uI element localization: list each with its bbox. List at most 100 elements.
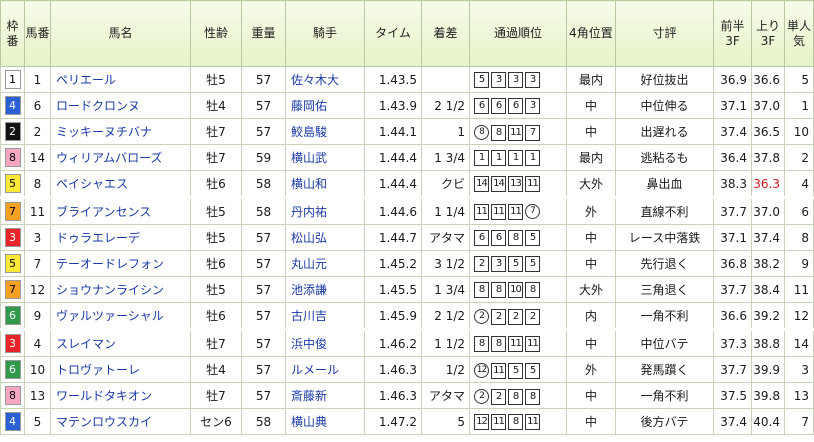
waku-badge: 6 [4,306,21,325]
jockey-name[interactable]: 池添謙 [285,276,365,303]
jockey-name[interactable]: 浜中俊 [285,328,365,357]
passing-position: 12 [474,362,489,378]
last-3f: 37.4 [751,224,785,251]
header-weight: 重量 [241,0,286,67]
finish-time: 1.45.5 [364,276,422,303]
header-sexage: 性齢 [190,0,242,67]
jockey-name[interactable]: 丸山元 [285,250,365,277]
first-3f: 37.4 [713,408,752,435]
comment: 先行退く [615,250,714,277]
margin: 1 1/4 [421,196,470,225]
table-row: 3 3 ドゥラエレーデ 牡5 57 松山弘 1.44.7 アタマ 6 6 8 5 中レース中落鉄 37.1… [0,224,814,251]
sex-age: 牡5 [190,66,242,93]
corner-position: 大外 [566,170,616,198]
passing-order: 1111 [469,144,567,171]
jockey-name[interactable]: 鮫島駿 [285,118,365,145]
first-3f: 37.1 [713,224,752,251]
table-row: 6 9 ヴァルツァーシャル 牡6 57 古川吉 1.45.9 2 1/2 2 2 2 2 内一角不利 36… [0,302,814,330]
corner-position: 中 [566,224,616,251]
jockey-name[interactable]: 横山武 [285,144,365,171]
sex-age: 牡6 [190,170,242,198]
last-3f: 40.4 [751,408,785,435]
corner-position: 中 [566,408,616,435]
jockey-name[interactable]: 松山弘 [285,224,365,251]
passing-position: 8 [508,388,523,405]
horse-number: 12 [24,276,51,303]
jockey-name[interactable]: 横山典 [285,408,365,435]
comment: 一角不利 [615,302,714,330]
result-rows: 1 1 ペリエール 牡5 57 佐々木大 1.43.5 5 3 3 3 最内 好位抜出 36.9 36.6 5… [0,66,814,435]
horse-number: 7 [24,250,51,277]
horse-name[interactable]: ワールドタキオン [50,382,191,409]
last-3f: 36.5 [751,118,785,145]
horse-name[interactable]: ペリエール [50,66,191,93]
last-3f: 38.4 [751,276,785,303]
table-row: 1 1 ペリエール 牡5 57 佐々木大 1.43.5 5 3 3 3 最内 好位抜出 36.9 36.6 5 [0,66,814,93]
passing-position: 11 [525,414,540,430]
horse-name[interactable]: ブライアンセンス [50,196,191,225]
comment: 好位抜出 [615,66,714,93]
finish-time: 1.43.9 [364,92,422,119]
sex-age: 牡7 [190,118,242,145]
passing-position: 3 [508,72,523,88]
waku-cell: 1 [0,66,25,93]
passing-order: 6663 [469,92,567,119]
passing-position: 10 [508,282,523,298]
horse-name[interactable]: ロードクロンヌ [50,92,191,119]
table-row: 7 12 ショウナンライシン 牡5 57 池添謙 1.45.5 1 3/4 8 8 10 8 大外 三角退… [0,276,814,303]
comment: 発馬躓く [615,356,714,383]
passing-position: 8 [491,282,506,298]
finish-time: 1.45.2 [364,250,422,277]
horse-name[interactable]: ウィリアムバローズ [50,144,191,171]
passing-position: 11 [525,336,540,352]
first-3f: 37.7 [713,276,752,303]
passing-position: 6 [491,98,506,114]
carried-weight: 57 [241,250,286,277]
horse-name[interactable]: ドゥラエレーデ [50,224,191,251]
horse-number: 3 [24,224,51,251]
jockey-name[interactable]: 横山和 [285,170,365,198]
horse-name[interactable]: ショウナンライシン [50,276,191,303]
passing-position: 11 [491,204,506,220]
jockey-name[interactable]: 藤岡佑 [285,92,365,119]
finish-time: 1.44.4 [364,170,422,198]
comment: 出遅れる [615,118,714,145]
passing-position: 8 [508,414,523,430]
win-popularity: 5 [784,66,814,93]
win-popularity: 13 [784,382,814,409]
horse-name[interactable]: スレイマン [50,328,191,357]
passing-order: 6685 [469,224,567,251]
waku-badge: 3 [4,228,21,247]
jockey-name[interactable]: ルメール [285,356,365,383]
horse-name[interactable]: テーオードレフォン [50,250,191,277]
table-row: 2 2 ミッキーヌチバナ 牡7 57 鮫島駿 1.44.1 1 8 8 11 7 中出遅れる 37.4 36… [0,118,814,145]
jockey-name[interactable]: 斎藤新 [285,382,365,409]
horse-number: 6 [24,92,51,119]
sex-age: 牡6 [190,302,242,330]
first-3f: 37.5 [713,382,752,409]
corner-position: 中 [566,118,616,145]
race-result-table: 枠番 馬番 馬名 性齢 重量 騎手 タイム 着差 通過順位 4角位置 寸評 前半… [0,0,814,435]
passing-position: 11 [508,204,523,220]
passing-position: 8 [491,124,506,141]
table-row: 7 11 ブライアンセンス 牡5 58 丹内祐 1.44.6 1 1/4 11 11 11 7 外直線不… [0,196,814,225]
sex-age: 牡4 [190,356,242,383]
waku-badge: 8 [4,386,21,405]
horse-name[interactable]: ペイシャエス [50,170,191,198]
horse-name[interactable]: ヴァルツァーシャル [50,302,191,330]
last-3f: 39.8 [751,382,785,409]
horse-name[interactable]: トロヴァトーレ [50,356,191,383]
waku-cell: 6 [0,356,25,383]
jockey-name[interactable]: 古川吉 [285,302,365,330]
passing-order: 2222 [469,302,567,330]
win-popularity: 14 [784,328,814,357]
passing-position: 1 [508,150,523,166]
passing-order: 8 8 11 7 [469,118,567,145]
margin: 3 1/2 [421,250,470,277]
jockey-name[interactable]: 佐々木大 [285,66,365,93]
waku-cell: 5 [0,250,25,277]
horse-name[interactable]: マテンロウスカイ [50,408,191,435]
jockey-name[interactable]: 丹内祐 [285,196,365,225]
sex-age: 牡6 [190,250,242,277]
horse-name[interactable]: ミッキーヌチバナ [50,118,191,145]
